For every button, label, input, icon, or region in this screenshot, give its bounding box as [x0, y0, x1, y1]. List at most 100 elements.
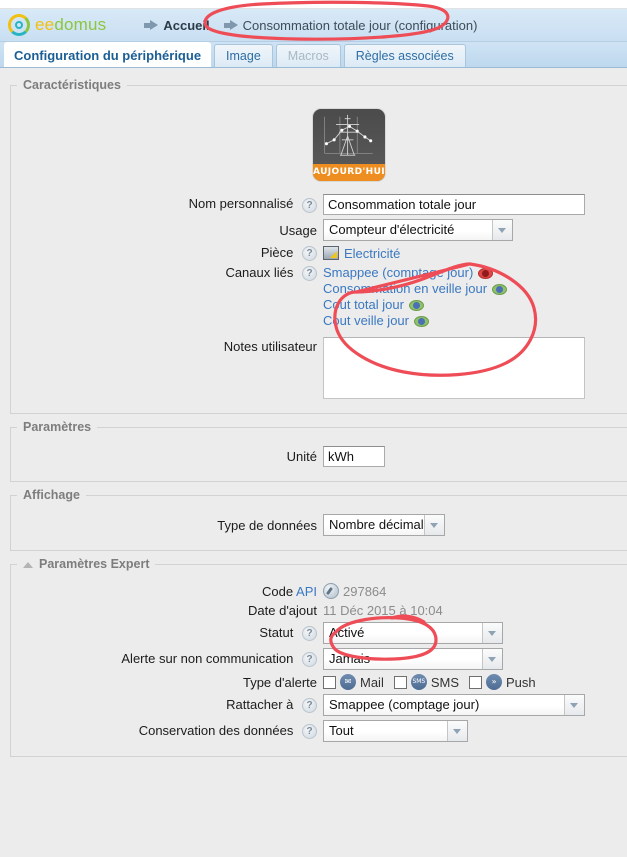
breadcrumb-home[interactable]: Accueil: [144, 17, 210, 33]
label-type-alerte: Type d'alerte: [11, 675, 323, 690]
arrow-right-icon: [144, 19, 159, 31]
sms-icon: SMS: [410, 674, 427, 691]
help-icon-canaux-lies[interactable]: ?: [302, 266, 317, 282]
logo-text-part2: domus: [54, 15, 107, 34]
list-item[interactable]: Consommation en veille jour: [323, 281, 508, 297]
push-icon: »: [486, 674, 503, 691]
help-icon-rattacher[interactable]: ?: [302, 698, 317, 714]
chevron-down-icon-conservation[interactable]: [447, 721, 467, 742]
row-usage: Usage Compteur d'électricité: [11, 219, 627, 241]
select-usage-value: Compteur d'électricité: [329, 222, 455, 237]
label-nom-personnalise: Nom personnalisé ?: [11, 196, 323, 213]
label-nom-personnalise-text: Nom personnalisé: [188, 196, 294, 212]
label-usage-text: Usage: [279, 222, 317, 238]
row-unite: Unité: [11, 446, 627, 468]
help-icon-nom-personnalise[interactable]: ?: [302, 197, 317, 213]
device-thumbnail-wrap: AUJOURD'HUI: [11, 108, 627, 182]
type-alerte-options: ✉ Mail SMS SMS » Push: [323, 674, 546, 691]
row-type-de-donnees: Type de données Nombre décimal: [11, 514, 627, 537]
select-conservation-donnees[interactable]: Tout: [323, 720, 468, 743]
eye-hidden-icon[interactable]: [478, 267, 494, 279]
code-api-value: 297864: [343, 583, 387, 599]
eedomus-logo: eedomus: [8, 14, 106, 36]
mail-icon: ✉: [340, 674, 356, 691]
logo-text-part1: ee: [35, 15, 55, 34]
page-bottom-area: [0, 817, 627, 857]
section-affichage: Affichage Type de données Nombre décimal: [10, 488, 627, 552]
room-icon: [323, 246, 339, 261]
label-type-de-donnees-text: Type de données: [217, 517, 317, 533]
label-notes-utilisateur-text: Notes utilisateur: [223, 339, 317, 355]
list-item[interactable]: Smappee (comptage jour): [323, 265, 507, 281]
row-canaux-lies: Canaux liés ? Smappee (comptage jour) Co…: [11, 265, 627, 329]
piece-link[interactable]: Electricité: [344, 246, 400, 261]
help-icon-conservation[interactable]: ?: [302, 724, 317, 740]
legend-parametres: Paramètres: [23, 420, 92, 435]
legend-parametres-expert[interactable]: Paramètres Expert: [17, 557, 155, 571]
select-rattacher-a-value: Smappee (comptage jour): [329, 697, 480, 713]
eye-visible-icon[interactable]: [414, 315, 429, 327]
chevron-down-icon-usage[interactable]: [492, 220, 512, 240]
row-conservation-donnees: Conservation des données ? Tout: [11, 720, 627, 743]
chevron-down-icon-statut[interactable]: [482, 623, 502, 644]
label-alerte-non-communication-text: Alerte sur non communication: [121, 651, 294, 667]
select-type-de-donnees[interactable]: Nombre décimal: [323, 514, 445, 537]
checkbox-mail[interactable]: [323, 675, 336, 689]
chevron-down-icon-alerte[interactable]: [482, 649, 502, 670]
canaux-lies-list: Smappee (comptage jour) Consommation en …: [323, 265, 508, 329]
help-icon-statut[interactable]: ?: [302, 626, 317, 642]
section-parametres: Paramètres Unité: [10, 420, 627, 483]
tab-image[interactable]: Image: [214, 44, 273, 67]
channel-link[interactable]: Cout veille jour: [323, 313, 409, 329]
breadcrumb-current-label: Consommation totale jour (configuration): [242, 17, 478, 33]
channel-link[interactable]: Consommation en veille jour: [323, 281, 487, 297]
label-date-ajout-text: Date d'ajout: [248, 603, 317, 619]
select-usage[interactable]: Compteur d'électricité: [323, 219, 513, 241]
row-date-ajout: Date d'ajout 11 Déc 2015 à 10:04: [11, 603, 627, 618]
label-code-text: Code: [262, 583, 294, 599]
label-type-alerte-text: Type d'alerte: [242, 674, 317, 690]
list-item[interactable]: Cout veille jour: [323, 313, 507, 329]
logo-ring-icon: [8, 14, 30, 36]
tab-regles-associees[interactable]: Règles associées: [343, 44, 466, 67]
select-statut[interactable]: Activé: [323, 622, 503, 645]
textarea-notes-utilisateur[interactable]: [323, 337, 585, 400]
chevron-down-icon-type-donnees[interactable]: [424, 515, 444, 536]
arrow-right-icon-2: [223, 19, 238, 31]
chevron-down-icon-rattacher[interactable]: [564, 695, 584, 716]
label-unite: Unité: [11, 449, 323, 464]
legend-affichage: Affichage: [23, 488, 80, 503]
input-nom-personnalise[interactable]: [323, 194, 585, 215]
help-icon-piece[interactable]: ?: [302, 246, 317, 262]
legend-parametres-expert-text: Paramètres Expert: [39, 557, 150, 572]
eye-visible-icon[interactable]: [408, 299, 424, 311]
list-item[interactable]: Cout total jour: [323, 297, 507, 313]
select-statut-value: Activé: [329, 625, 365, 641]
label-push: Push: [506, 674, 536, 690]
eye-visible-icon[interactable]: [492, 283, 508, 295]
app-page: eedomus Accueil Consommation totale jour…: [0, 0, 627, 857]
collapse-triangle-icon[interactable]: [23, 561, 33, 568]
row-nom-personnalise: Nom personnalisé ?: [11, 194, 627, 215]
help-icon-alerte[interactable]: ?: [302, 652, 317, 668]
label-canaux-lies-text: Canaux liés: [225, 265, 294, 281]
label-date-ajout: Date d'ajout: [11, 603, 323, 618]
device-thumbnail[interactable]: AUJOURD'HUI: [312, 108, 386, 182]
section-caracteristiques: Caractéristiques AUJOURD'HUI Nom personn…: [10, 78, 627, 415]
label-notes-utilisateur: Notes utilisateur: [11, 337, 323, 354]
label-mail: Mail: [360, 674, 384, 690]
checkbox-sms[interactable]: [393, 675, 407, 689]
channel-link[interactable]: Cout total jour: [323, 297, 404, 313]
input-unite[interactable]: [323, 446, 385, 468]
row-code-api: Code API 297864: [11, 583, 627, 600]
api-doc-link[interactable]: API: [296, 584, 317, 599]
breadcrumb-home-label: Accueil: [163, 17, 210, 33]
label-usage: Usage: [11, 223, 323, 238]
row-rattacher-a: Rattacher à ? Smappee (comptage jour): [11, 694, 627, 717]
select-rattacher-a[interactable]: Smappee (comptage jour): [323, 694, 585, 717]
tab-configuration[interactable]: Configuration du périphérique: [4, 42, 212, 67]
select-alerte-non-communication[interactable]: Jamais: [323, 648, 503, 671]
label-sms: SMS: [430, 674, 460, 690]
checkbox-push[interactable]: [469, 675, 483, 689]
channel-link[interactable]: Smappee (comptage jour): [323, 265, 473, 281]
